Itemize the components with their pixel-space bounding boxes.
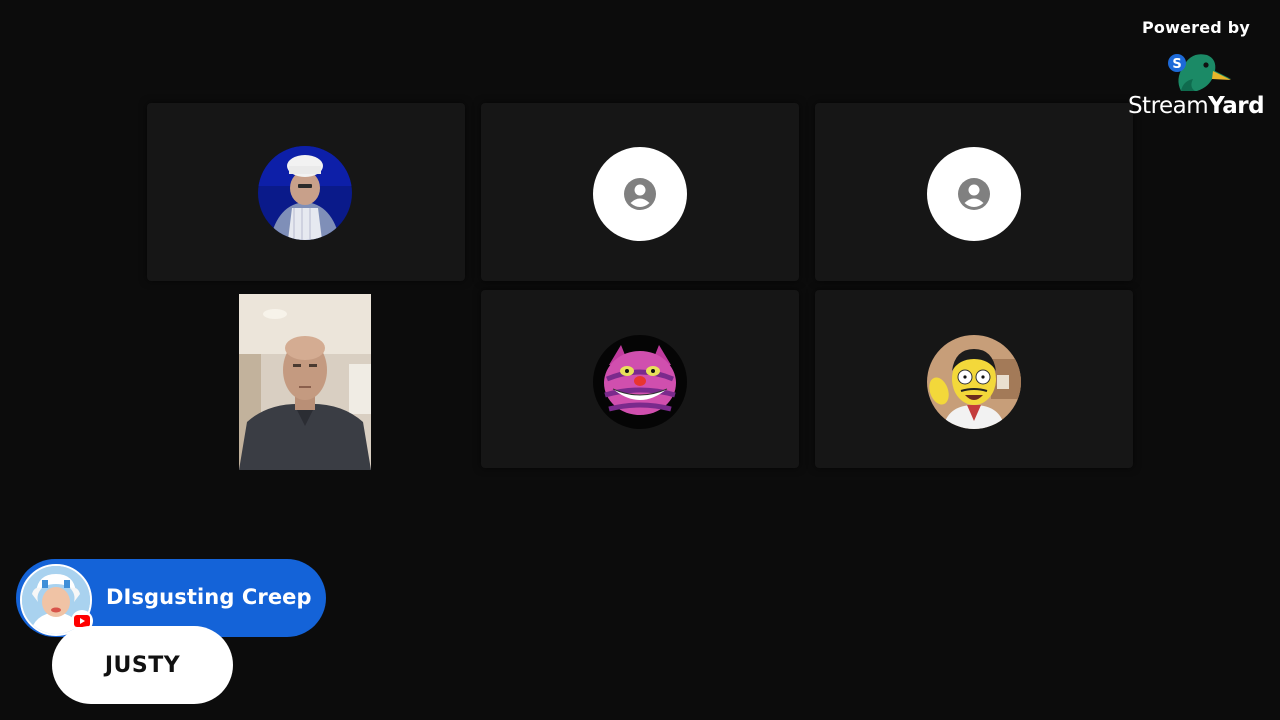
streamyard-wordmark: StreamYard (1126, 93, 1266, 119)
streamyard-branding: Powered by S StreamYard (1126, 18, 1266, 119)
commenter-name: DIsgusting Creep (106, 585, 312, 609)
chef-avatar (258, 146, 352, 240)
participant-tile-5 (481, 290, 799, 468)
cheshire-cat-avatar (593, 335, 687, 429)
streamyard-duck-logo-icon: S (1161, 43, 1231, 93)
broadcast-stage: Powered by S StreamYard DIsgusting Creep… (0, 0, 1280, 720)
participant-tile-1 (147, 103, 465, 281)
person-icon (593, 147, 687, 241)
comment-text: JUSTY (104, 652, 181, 678)
person-icon (927, 147, 1021, 241)
participant-tile-2 (481, 103, 799, 281)
camera-feed (239, 294, 371, 470)
comment-message-bubble: JUSTY (52, 626, 233, 704)
cartoon-man-avatar (927, 335, 1021, 429)
participant-tile-6 (815, 290, 1133, 468)
powered-by-label: Powered by (1142, 18, 1250, 37)
brand-regular: Stream (1127, 93, 1209, 119)
brand-bold: Yard (1208, 93, 1265, 119)
svg-text:S: S (1172, 57, 1181, 72)
participant-tile-3 (815, 103, 1133, 281)
